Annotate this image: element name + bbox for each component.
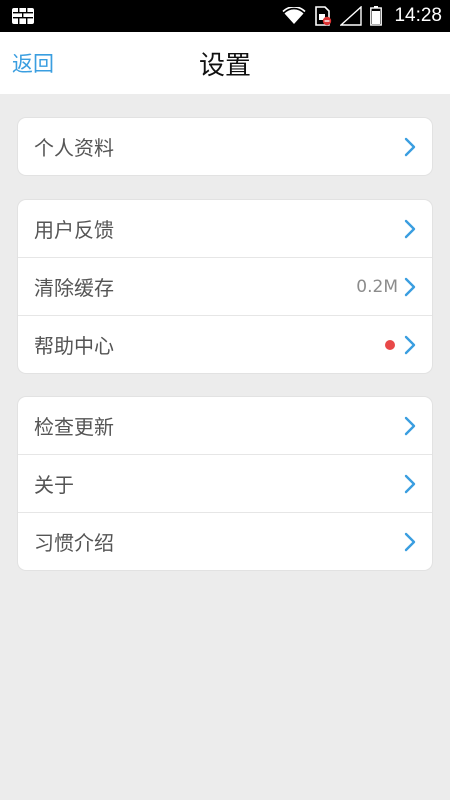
battery-icon xyxy=(370,6,383,26)
setting-label: 用户反馈 xyxy=(34,218,114,242)
chevron-right-icon xyxy=(404,416,416,435)
setting-label: 检查更新 xyxy=(34,415,114,439)
setting-row-check-update[interactable]: 检查更新 xyxy=(18,397,432,454)
chevron-right-icon xyxy=(404,219,416,238)
page-title: 设置 xyxy=(198,50,251,81)
setting-row-help-center[interactable]: 帮助中心 xyxy=(18,315,432,373)
setting-label: 习惯介绍 xyxy=(34,531,114,555)
setting-row-habit-intro[interactable]: 习惯介绍 xyxy=(18,512,432,570)
setting-label: 个人资料 xyxy=(34,136,114,160)
wall-app-icon xyxy=(12,8,34,24)
header-bar: 返回 设置 xyxy=(0,32,450,94)
cache-size-value: 0.2M xyxy=(356,276,398,297)
setting-label: 清除缓存 xyxy=(34,276,114,300)
setting-label: 关于 xyxy=(34,473,74,497)
back-button[interactable]: 返回 xyxy=(12,32,54,94)
chevron-right-icon xyxy=(404,474,416,493)
chevron-right-icon xyxy=(404,277,416,296)
status-bar: 14:28 xyxy=(0,0,450,32)
setting-row-feedback[interactable]: 用户反馈 xyxy=(18,200,432,257)
settings-group-support: 用户反馈 清除缓存 0.2M 帮助中心 xyxy=(18,200,432,373)
chevron-right-icon xyxy=(404,532,416,551)
status-time: 14:28 xyxy=(394,5,442,26)
settings-group-about: 检查更新 关于 习惯介绍 xyxy=(18,397,432,570)
setting-row-about[interactable]: 关于 xyxy=(18,454,432,512)
setting-row-clear-cache[interactable]: 清除缓存 0.2M xyxy=(18,257,432,315)
setting-label: 帮助中心 xyxy=(34,334,114,358)
setting-row-profile[interactable]: 个人资料 xyxy=(18,118,432,175)
sim-no-card-icon xyxy=(315,6,332,26)
signal-icon xyxy=(340,6,363,26)
chevron-right-icon xyxy=(404,335,416,354)
settings-group-profile: 个人资料 xyxy=(18,118,432,175)
chevron-right-icon xyxy=(404,137,416,156)
wifi-icon xyxy=(282,7,307,24)
notification-dot-icon xyxy=(385,339,395,350)
